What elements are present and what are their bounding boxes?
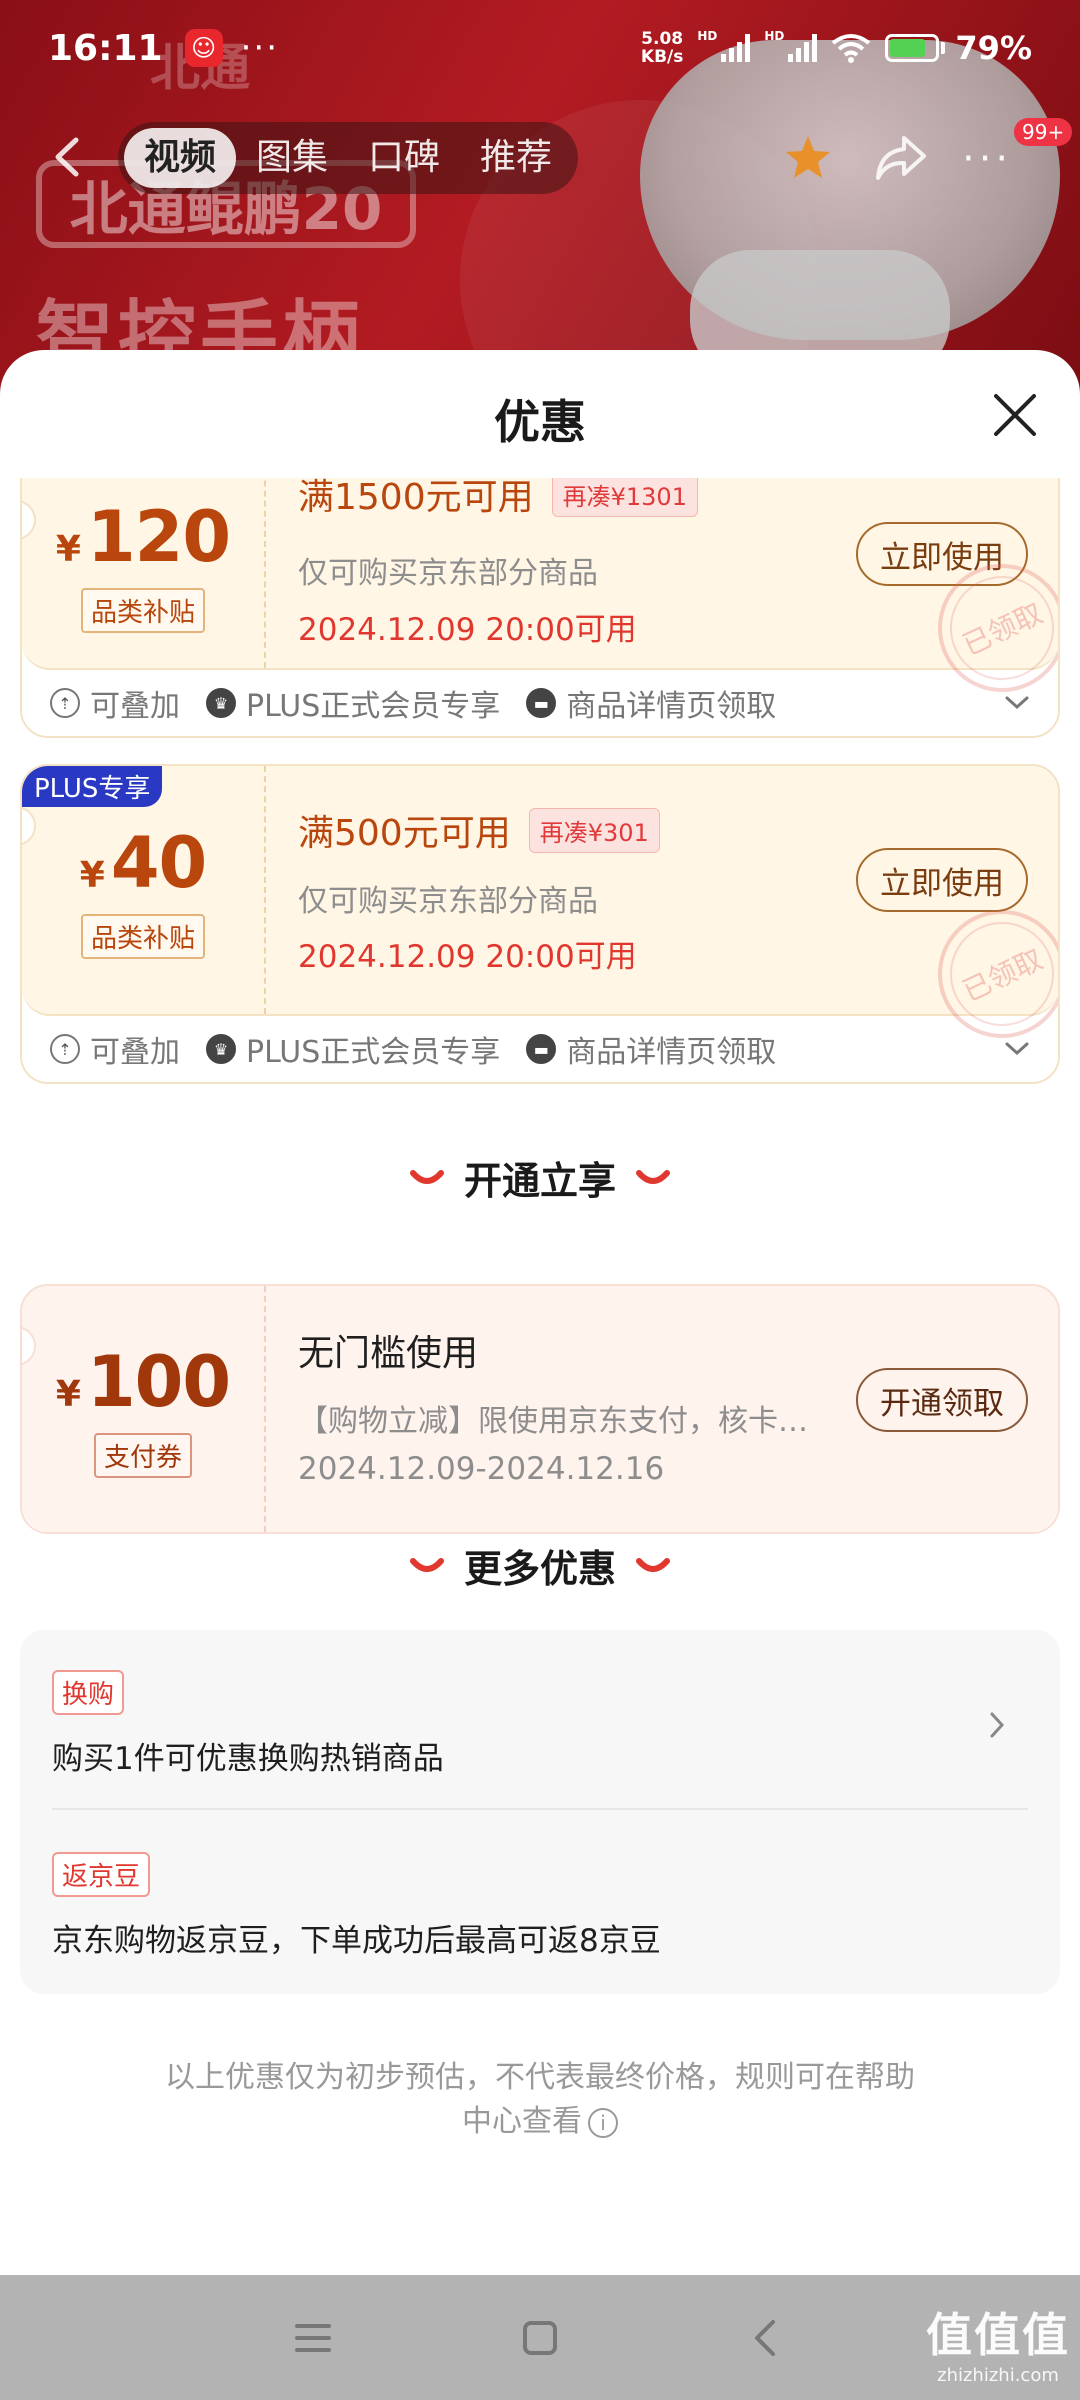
coupon-scope: 仅可购买京东部分商品 <box>298 884 598 919</box>
hd-indicator-2: HD <box>764 29 785 43</box>
coupon-card: PLUS专享 ¥ 40 品类补贴 满500元可用 再凑¥301 仅可购买京东部分… <box>20 764 1060 1084</box>
coupon-amount-area: ¥ 120 品类补贴 <box>22 478 266 668</box>
system-nav-bar: 值值值 zhizhizhi.com <box>0 2275 1080 2400</box>
info-icon[interactable]: i <box>588 2107 618 2138</box>
coupon-list[interactable]: ¥ 120 品类补贴 满1500元可用 再凑¥1301 仅可购买京东部分商品 2… <box>0 478 1080 2275</box>
footer-plus-only: ♛ PLUS正式会员专享 <box>206 1027 500 1071</box>
status-time: 16:11 <box>48 27 163 69</box>
plus-exclusive-badge: PLUS专享 <box>22 766 163 807</box>
network-speed: 5.08 KB/s <box>640 29 684 67</box>
wifi-icon <box>832 34 871 63</box>
chevron-down-icon[interactable] <box>1004 1040 1030 1058</box>
coupon-card: ¥ 120 品类补贴 满1500元可用 再凑¥1301 仅可购买京东部分商品 2… <box>20 478 1060 738</box>
tab-recommend[interactable]: 推荐 <box>460 128 572 188</box>
coupon-scope: 【购物立减】限使用京东支付，核卡… <box>298 1404 808 1439</box>
ticket-icon: ▬ <box>526 688 557 718</box>
crown-icon: ♛ <box>206 1034 236 1064</box>
coupon-type-tag: 支付券 <box>93 1432 192 1478</box>
hd-indicator: HD <box>697 29 718 43</box>
signal-icon <box>721 34 751 62</box>
open-claim-button[interactable]: 开通领取 <box>856 1368 1028 1432</box>
coupon-body: 满500元可用 再凑¥301 仅可购买京东部分商品 2024.12.09 20:… <box>298 766 1058 1060</box>
divider <box>52 1808 1028 1810</box>
extra-amount-pill: 再凑¥1301 <box>551 478 698 517</box>
footer-claim-place: ▬ 商品详情页领取 <box>526 1027 776 1071</box>
coupon-body: 满1500元可用 再凑¥1301 仅可购买京东部分商品 2024.12.09 2… <box>298 478 1058 714</box>
status-more-dots: ··· <box>240 28 280 68</box>
menu-icon[interactable] <box>291 2316 335 2360</box>
coupon-amount: ¥ 40 <box>79 821 207 904</box>
product-nav-bar: 视频 图集 口碑 推荐 ··· 99+ <box>0 118 1080 198</box>
more-item-jingdou: 返京豆 京东购物返京豆，下单成功后最高可返8京豆 <box>52 1852 1028 1960</box>
coupon-footer[interactable]: ⇡ 可叠加 ♛ PLUS正式会员专享 ▬ 商品详情页领取 <box>22 1016 1058 1082</box>
watermark: 值值值 zhizhizhi.com <box>926 2308 1070 2386</box>
battery-icon: 79% <box>885 29 1032 67</box>
crown-icon: ♛ <box>206 688 236 718</box>
discount-sheet: 优惠 ¥ 120 品类补贴 满1500元可用 再凑¥1301 仅可购买京东部分商… <box>0 350 1080 2275</box>
coupon-type-tag: 品类补贴 <box>80 587 205 633</box>
more-item-tag: 换购 <box>52 1670 125 1715</box>
coupon-condition: 无门槛使用 <box>298 1333 479 1374</box>
decor-smile-icon <box>636 1169 670 1184</box>
extra-amount-pill: 再凑¥301 <box>528 807 660 853</box>
more-item-exchange[interactable]: 换购 购买1件可优惠换购热销商品 <box>52 1670 1028 1778</box>
product-tabs: 视频 图集 口碑 推荐 <box>118 122 579 194</box>
battery-percent: 79% <box>955 29 1032 67</box>
footer-stackable: ⇡ 可叠加 <box>50 1027 180 1071</box>
coupon-validity: 2024.12.09 20:00可用 <box>298 939 637 975</box>
status-bar: 16:11 ☺ ··· 5.08 KB/s HD HD 79% <box>0 0 1080 96</box>
coupon-main: ¥ 40 品类补贴 满500元可用 再凑¥301 仅可购买京东部分商品 2024… <box>22 766 1058 1060</box>
sheet-title: 优惠 <box>494 395 586 449</box>
coupon-amount: ¥ 100 <box>55 1340 231 1423</box>
footer-claim-place: ▬ 商品详情页领取 <box>526 681 776 725</box>
back-arrow-icon[interactable] <box>44 132 94 182</box>
status-indicators: 5.08 KB/s HD HD 79% <box>641 29 1032 67</box>
signal-icon-2 <box>788 34 818 62</box>
coupon-condition: 满1500元可用 再凑¥1301 <box>298 478 698 520</box>
more-discounts-panel: 换购 购买1件可优惠换购热销商品 返京豆 京东购物返京豆，下单成功后最高可返8京… <box>20 1630 1060 1994</box>
decor-smile-icon <box>409 1557 444 1572</box>
coupon-footer[interactable]: ⇡ 可叠加 ♛ PLUS正式会员专享 ▬ 商品详情页领取 <box>22 670 1058 736</box>
coupon-body: 无门槛使用 【购物立减】限使用京东支付，核卡… 2024.12.09-2024.… <box>298 1286 1058 1532</box>
stack-icon: ⇡ <box>50 1034 80 1064</box>
coupon-amount-area: ¥ 100 支付券 <box>22 1286 266 1532</box>
more-icon[interactable]: ··· <box>962 136 1012 182</box>
coupon-main: ¥ 120 品类补贴 满1500元可用 再凑¥1301 仅可购买京东部分商品 2… <box>22 478 1058 714</box>
disclaimer: 以上优惠仅为初步预估，不代表最终价格，规则可在帮助 中心查看 i <box>165 2060 915 2139</box>
chevron-down-icon[interactable] <box>1004 694 1030 712</box>
tab-video[interactable]: 视频 <box>124 128 237 188</box>
share-icon[interactable] <box>872 132 928 184</box>
footer-plus-only: ♛ PLUS正式会员专享 <box>206 681 500 725</box>
decor-smile-icon <box>409 1169 444 1184</box>
star-icon[interactable] <box>780 130 836 186</box>
decor-smile-icon <box>636 1557 670 1572</box>
notification-badge: 99+ <box>1014 118 1073 146</box>
coupon-validity: 2024.12.09-2024.12.16 <box>298 1451 665 1487</box>
more-item-text: 京东购物返京豆，下单成功后最高可返8京豆 <box>52 1923 661 1959</box>
coupon-scope: 仅可购买京东部分商品 <box>298 556 598 591</box>
sheet-header: 优惠 <box>0 350 1080 478</box>
tab-reviews[interactable]: 口碑 <box>348 128 460 188</box>
payment-coupon-card: ¥ 100 支付券 无门槛使用 【购物立减】限使用京东支付，核卡… 2024.1… <box>20 1284 1060 1534</box>
home-icon[interactable] <box>518 2316 562 2360</box>
footer-stackable: ⇡ 可叠加 <box>50 681 180 725</box>
close-icon[interactable] <box>992 392 1038 438</box>
section-heading-open: 开通立享 <box>0 1150 1080 1205</box>
chevron-right-icon[interactable] <box>988 1710 1006 1740</box>
section-heading-more: 更多优惠 <box>0 1538 1080 1593</box>
coupon-type-tag: 品类补贴 <box>80 913 205 959</box>
more-item-text: 购买1件可优惠换购热销商品 <box>52 1741 444 1777</box>
ticket-icon: ▬ <box>526 1034 557 1064</box>
coupon-main: ¥ 100 支付券 无门槛使用 【购物立减】限使用京东支付，核卡… 2024.1… <box>22 1286 1058 1532</box>
coupon-condition: 满500元可用 再凑¥301 <box>298 804 660 856</box>
stack-icon: ⇡ <box>50 688 80 718</box>
more-item-tag: 返京豆 <box>52 1852 151 1897</box>
tab-gallery[interactable]: 图集 <box>236 128 348 188</box>
app-notification-icon: ☺ <box>184 29 223 67</box>
coupon-amount: ¥ 120 <box>55 495 231 578</box>
coupon-validity: 2024.12.09 20:00可用 <box>298 612 637 648</box>
use-now-button[interactable]: 立即使用 <box>856 848 1028 912</box>
back-icon[interactable] <box>745 2316 789 2360</box>
